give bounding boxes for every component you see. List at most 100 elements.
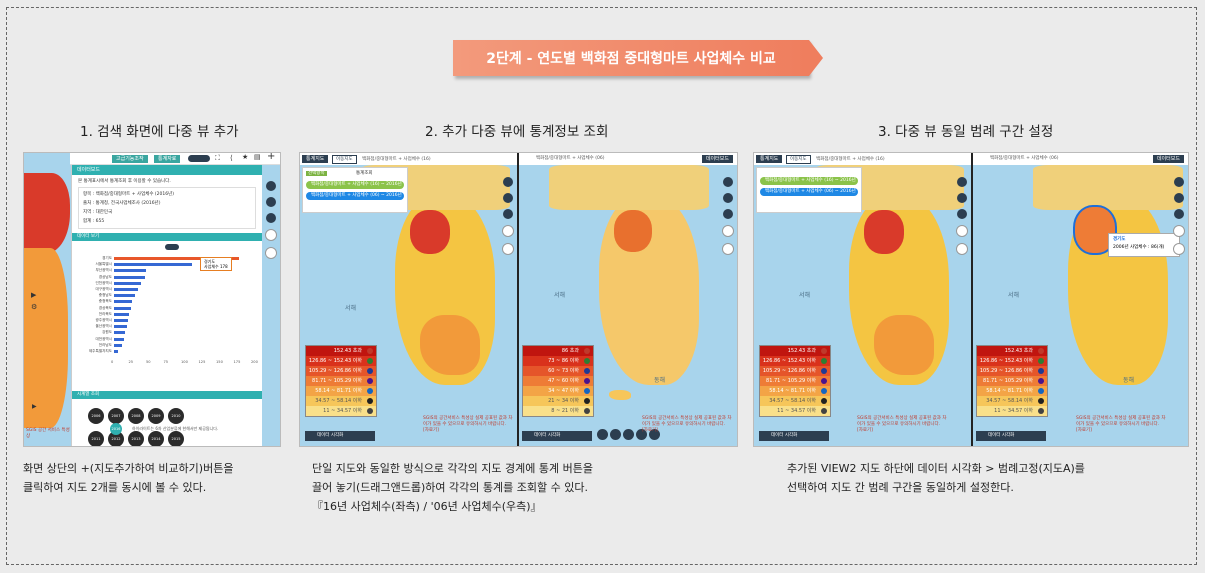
legend-color-dot-icon[interactable] — [367, 378, 373, 384]
year-button[interactable]: 2015 — [168, 431, 184, 446]
zoom-out-icon[interactable] — [502, 243, 514, 255]
year-button[interactable]: 2007 — [108, 408, 124, 424]
data-visual-button-left[interactable]: 데이터 시각화 — [305, 431, 375, 441]
data-board-button[interactable]: 데이터보드 — [1152, 155, 1184, 163]
legend-color-dot-icon[interactable] — [367, 388, 373, 394]
chart-bar[interactable] — [114, 312, 130, 316]
legend-item[interactable]: 152.43 초과 — [977, 346, 1047, 356]
legend-item[interactable]: 126.86 ~ 152.43 이하 — [306, 356, 376, 366]
legend-item[interactable]: 58.14 ~ 81.71 이하 — [306, 386, 376, 396]
legend-color-dot-icon[interactable] — [1038, 398, 1044, 404]
legend-item[interactable]: 105.29 ~ 126.86 이하 — [306, 366, 376, 376]
legend-color-dot-icon[interactable] — [367, 348, 373, 354]
play-side-icon[interactable]: ▶ — [31, 291, 71, 299]
legend-color-dot-icon[interactable] — [367, 358, 373, 364]
data-visual-button-left[interactable]: 데이터 시각화 — [759, 431, 829, 441]
year-button[interactable]: 2009 — [148, 408, 164, 424]
zoom-in-icon[interactable] — [265, 229, 277, 241]
legend-color-dot-icon[interactable] — [821, 398, 827, 404]
legend-item[interactable]: 126.86 ~ 152.43 이하 — [760, 356, 830, 366]
legend-item[interactable]: 11 ~ 34.57 이하 — [306, 406, 376, 416]
fullscreen-icon[interactable]: ⛶ — [215, 154, 220, 163]
zoom-in-icon[interactable] — [502, 225, 514, 237]
move-map-tab[interactable]: 이동지도 — [332, 155, 357, 164]
chart-bar[interactable] — [114, 288, 138, 291]
location-icon[interactable] — [957, 177, 967, 187]
menu-icon[interactable] — [610, 429, 621, 440]
chart-bar[interactable] — [114, 275, 145, 279]
legend-color-dot-icon[interactable] — [821, 388, 827, 394]
year-button[interactable]: 2006 — [88, 408, 104, 424]
location-icon[interactable] — [1174, 177, 1184, 187]
print-icon[interactable]: ▤ — [254, 153, 261, 161]
legend-item[interactable]: 58.14 ~ 81.71 이하 — [977, 386, 1047, 396]
year-button[interactable]: 2011 — [88, 431, 104, 446]
legend-item[interactable]: 152.43 초과 — [760, 346, 830, 356]
location-icon[interactable] — [503, 177, 513, 187]
legend-color-dot-icon[interactable] — [584, 388, 590, 394]
chart-toggle-icon[interactable] — [165, 244, 179, 250]
legend-color-dot-icon[interactable] — [584, 368, 590, 374]
legend-item[interactable]: 21 ~ 34 이하 — [523, 396, 593, 406]
chart-bar[interactable] — [114, 263, 193, 267]
legend-item[interactable]: 11 ~ 34.57 이하 — [760, 406, 830, 416]
legend-item[interactable]: 34.57 ~ 58.14 이하 — [760, 396, 830, 406]
legend-color-dot-icon[interactable] — [584, 358, 590, 364]
legend-color-dot-icon[interactable] — [584, 408, 590, 414]
section-years-header[interactable]: 시계열 조회 — [72, 391, 262, 399]
filter-pill-2006[interactable]: 백화점/중대형마트 + 사업체수 (06) ~ 2016년 — [760, 188, 858, 196]
location-icon[interactable] — [266, 181, 276, 191]
stats-map-button[interactable]: 통계지도 — [302, 155, 329, 163]
chart-bar[interactable] — [114, 294, 135, 298]
layer-icon[interactable] — [1174, 209, 1184, 219]
legend-color-dot-icon[interactable] — [367, 368, 373, 374]
legend-color-dot-icon[interactable] — [1038, 368, 1044, 374]
play-icon[interactable]: ▶ — [32, 403, 37, 410]
settings-icon[interactable] — [957, 193, 967, 203]
chart-bar[interactable] — [114, 350, 119, 353]
zoom-out-icon[interactable] — [265, 247, 277, 259]
year-button[interactable]: 2008 — [128, 408, 144, 424]
legend-item[interactable]: 105.29 ~ 126.86 이하 — [977, 366, 1047, 376]
zoom-in-icon[interactable] — [722, 225, 734, 237]
data-visual-button-right[interactable]: 데이터 시각화 — [522, 431, 592, 441]
legend-item[interactable]: 81.71 ~ 105.29 이하 — [306, 376, 376, 386]
settings-icon[interactable] — [723, 193, 733, 203]
legend-color-dot-icon[interactable] — [821, 408, 827, 414]
legend-color-dot-icon[interactable] — [584, 398, 590, 404]
zoom-out-icon[interactable] — [722, 243, 734, 255]
legend-color-dot-icon[interactable] — [821, 348, 827, 354]
chart-bar[interactable] — [114, 331, 126, 335]
filter-pill-2016[interactable]: 백화점/중대형마트 + 사업체수 (16) ~ 2016년 — [306, 181, 404, 189]
zoom-in-icon[interactable] — [1173, 225, 1185, 237]
chart-bar[interactable] — [114, 300, 133, 304]
legend-color-dot-icon[interactable] — [1038, 358, 1044, 364]
settings-icon[interactable] — [503, 193, 513, 203]
settings-icon[interactable] — [266, 197, 276, 207]
year-button[interactable]: 2014 — [148, 431, 164, 446]
chart-bar[interactable] — [114, 325, 127, 329]
legend-item[interactable]: 34.57 ~ 58.14 이하 — [977, 396, 1047, 406]
chart-bar[interactable] — [114, 319, 128, 322]
filter-pill-2016[interactable]: 백화점/중대형마트 + 사업체수 (16) ~ 2016년 — [760, 177, 858, 185]
legend-color-dot-icon[interactable] — [1038, 388, 1044, 394]
settings-icon[interactable] — [1174, 193, 1184, 203]
legend-item[interactable]: 73 ~ 86 이하 — [523, 356, 593, 366]
section-chart-header[interactable]: 데이터 보기 — [72, 233, 262, 241]
layer-icon[interactable] — [957, 209, 967, 219]
zoom-out-icon[interactable] — [956, 243, 968, 255]
year-button[interactable]: 2013 — [128, 431, 144, 446]
layer-icon[interactable] — [266, 213, 276, 223]
layer-icon[interactable] — [723, 209, 733, 219]
menu-icon[interactable] — [597, 429, 608, 440]
legend-color-dot-icon[interactable] — [821, 378, 827, 384]
legend-item[interactable]: 58.14 ~ 81.71 이하 — [760, 386, 830, 396]
data-board-button[interactable]: 데이터보드 — [701, 155, 733, 163]
legend-color-dot-icon[interactable] — [821, 358, 827, 364]
legend-color-dot-icon[interactable] — [1038, 408, 1044, 414]
add-map-icon[interactable]: + — [267, 153, 275, 162]
legend-item[interactable]: 105.29 ~ 126.86 이하 — [760, 366, 830, 376]
legend-item[interactable]: 152.43 초과 — [306, 346, 376, 356]
menu-icon[interactable] — [623, 429, 634, 440]
toggle-icon[interactable] — [188, 155, 210, 162]
